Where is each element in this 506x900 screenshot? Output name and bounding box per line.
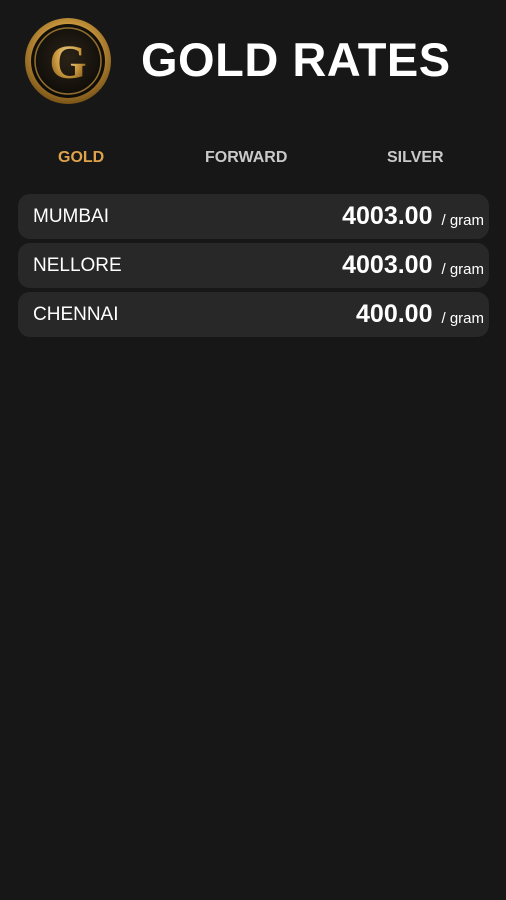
app-header: G GOLD RATES: [0, 0, 506, 122]
tab-bar: GOLD FORWARD SILVER: [0, 140, 506, 176]
rate-unit: / gram: [441, 212, 484, 229]
rate-unit: / gram: [441, 261, 484, 278]
logo-letter: G: [49, 36, 86, 89]
rate-price: 400.00: [356, 300, 433, 328]
app-screen: G GOLD RATES GOLD FORWARD SILVER MUMBAI …: [0, 0, 506, 900]
city-name: NELLORE: [33, 255, 122, 276]
rate-row-chennai[interactable]: CHENNAI 400.00 / gram: [18, 292, 489, 337]
city-name: MUMBAI: [33, 206, 109, 227]
rate-price: 4003.00: [342, 251, 433, 279]
price-group: 4003.00 / gram: [342, 194, 484, 239]
city-name: CHENNAI: [33, 304, 119, 325]
rate-list: MUMBAI 4003.00 / gram NELLORE 4003.00 / …: [18, 194, 489, 341]
price-group: 4003.00 / gram: [342, 243, 484, 288]
page-title: GOLD RATES: [141, 33, 451, 86]
rate-unit: / gram: [441, 310, 484, 327]
gold-logo-icon: G: [24, 17, 112, 105]
tab-gold[interactable]: GOLD: [58, 140, 104, 176]
tab-silver[interactable]: SILVER: [387, 140, 444, 176]
tab-forward[interactable]: FORWARD: [205, 140, 287, 176]
price-group: 400.00 / gram: [356, 292, 484, 337]
rate-price: 4003.00: [342, 202, 433, 230]
rate-row-mumbai[interactable]: MUMBAI 4003.00 / gram: [18, 194, 489, 239]
rate-row-nellore[interactable]: NELLORE 4003.00 / gram: [18, 243, 489, 288]
